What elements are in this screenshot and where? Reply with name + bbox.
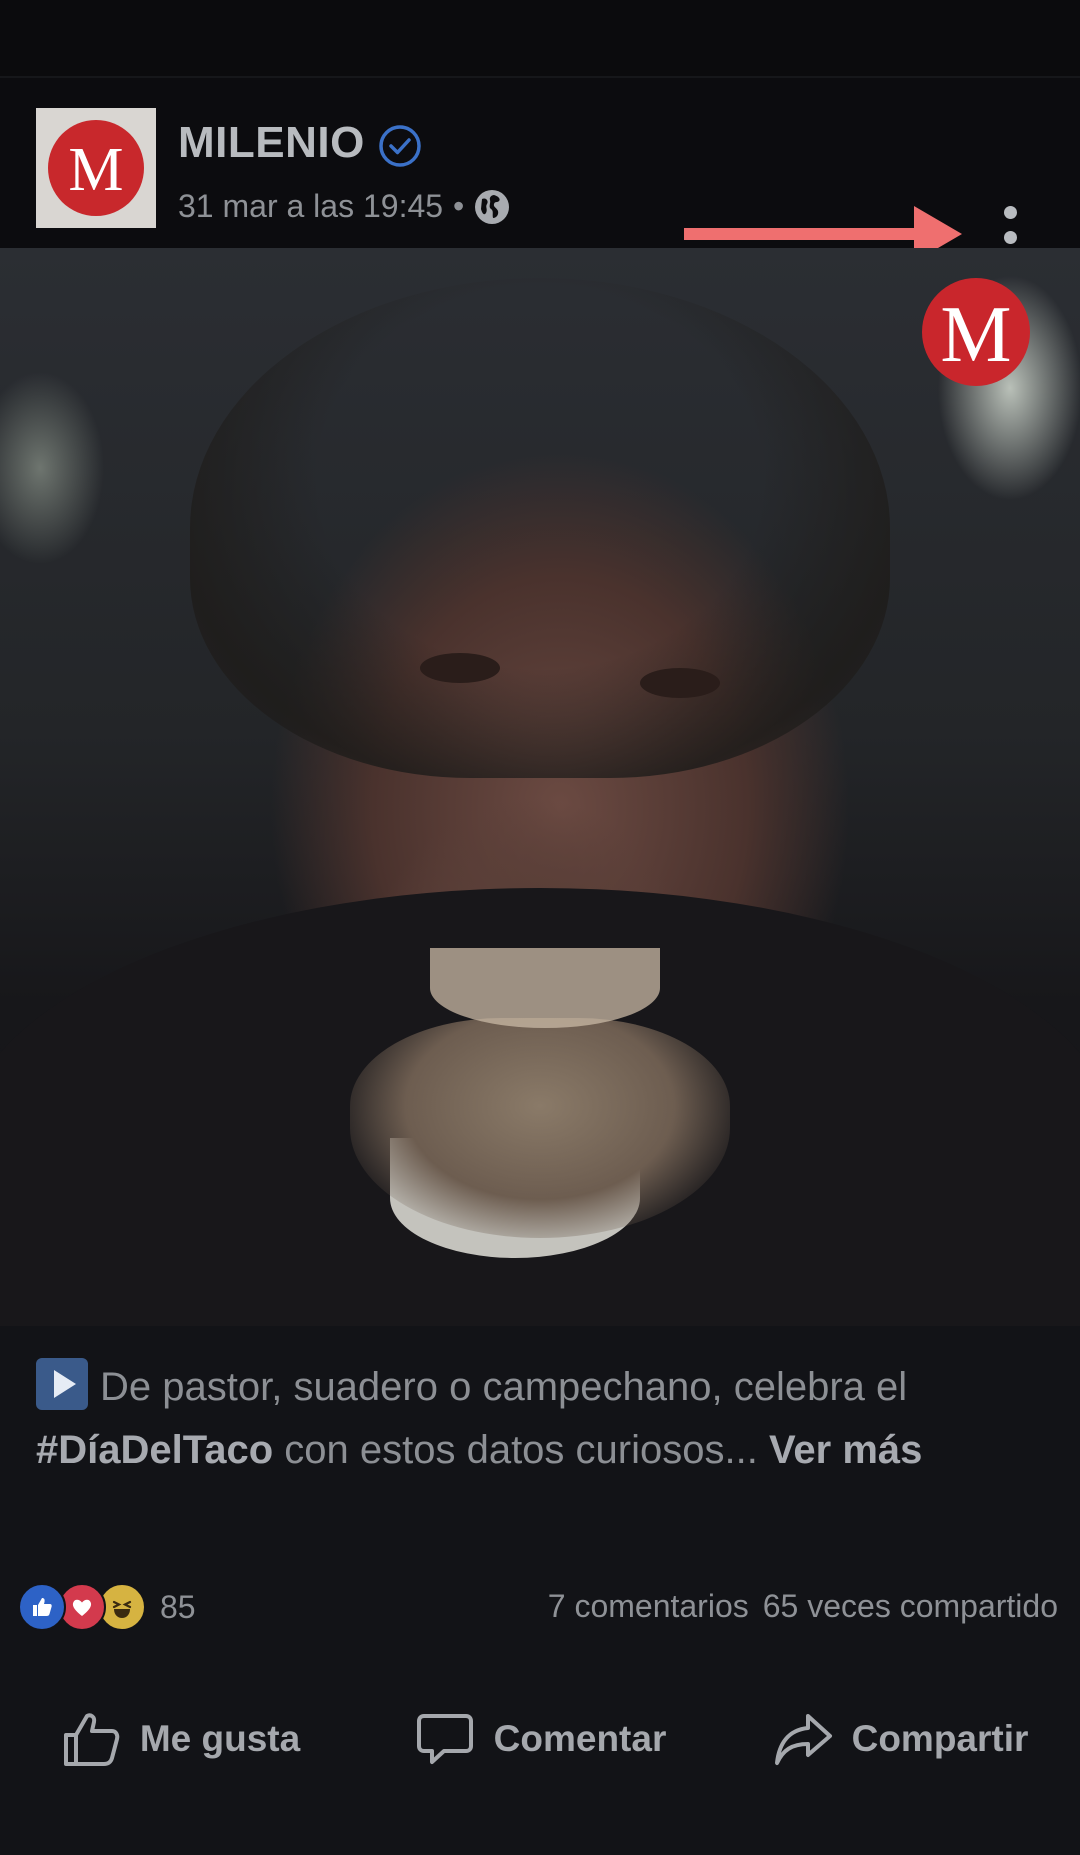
caption-text-continued: con estos datos curiosos... bbox=[273, 1428, 769, 1472]
milenio-watermark: M bbox=[922, 278, 1030, 386]
shares-count[interactable]: 65 veces compartido bbox=[763, 1588, 1058, 1625]
post-actions: Me gusta Comentar Compartir bbox=[0, 1684, 1080, 1794]
video-frame-eye bbox=[640, 668, 720, 698]
post-stats: 7 comentarios 65 veces compartido bbox=[548, 1588, 1058, 1625]
like-reaction-icon bbox=[18, 1583, 66, 1631]
comment-button[interactable]: Comentar bbox=[360, 1684, 720, 1794]
more-dot bbox=[1003, 230, 1017, 244]
post-header: M MILENIO 31 mar a las 19:45 • bbox=[0, 78, 1080, 268]
globe-icon bbox=[475, 189, 510, 224]
like-button[interactable]: Me gusta bbox=[0, 1684, 360, 1794]
comments-count[interactable]: 7 comentarios bbox=[548, 1588, 749, 1625]
comment-label: Comentar bbox=[493, 1718, 667, 1759]
meta-separator: • bbox=[453, 188, 465, 224]
page-avatar[interactable]: M bbox=[36, 108, 156, 228]
reactions-summary[interactable]: 85 bbox=[18, 1583, 196, 1631]
post-meta: 31 mar a las 19:45 • bbox=[178, 188, 510, 225]
share-arrow-icon bbox=[774, 1714, 832, 1765]
caption-text: De pastor, suadero o campechano, celebra… bbox=[100, 1365, 908, 1409]
play-emoji-icon bbox=[36, 1358, 88, 1410]
video-frame-mouth bbox=[430, 948, 660, 1028]
post-caption: De pastor, suadero o campechano, celebra… bbox=[36, 1356, 1046, 1482]
like-label: Me gusta bbox=[139, 1718, 301, 1759]
thumbs-up-icon bbox=[63, 1713, 120, 1766]
milenio-logo: M bbox=[48, 120, 144, 216]
see-more-link[interactable]: Ver más bbox=[769, 1428, 922, 1472]
post-timestamp[interactable]: 31 mar a las 19:45 bbox=[178, 188, 443, 225]
video-frame-eye bbox=[420, 653, 500, 683]
verified-badge-icon bbox=[379, 125, 421, 167]
post-body: De pastor, suadero o campechano, celebra… bbox=[0, 1326, 1080, 1855]
status-bar bbox=[0, 0, 1080, 78]
more-dot bbox=[1003, 206, 1017, 219]
page-name[interactable]: MILENIO bbox=[178, 118, 365, 168]
hashtag-link[interactable]: #DíaDelTaco bbox=[36, 1428, 273, 1472]
share-label: Compartir bbox=[851, 1718, 1029, 1759]
share-button[interactable]: Compartir bbox=[720, 1684, 1080, 1794]
comment-bubble-icon bbox=[416, 1714, 473, 1764]
reaction-count: 85 bbox=[160, 1588, 196, 1625]
video-frame-hair bbox=[190, 278, 890, 778]
video-frame-beard bbox=[350, 1018, 730, 1238]
post-video[interactable]: M bbox=[0, 248, 1080, 1326]
